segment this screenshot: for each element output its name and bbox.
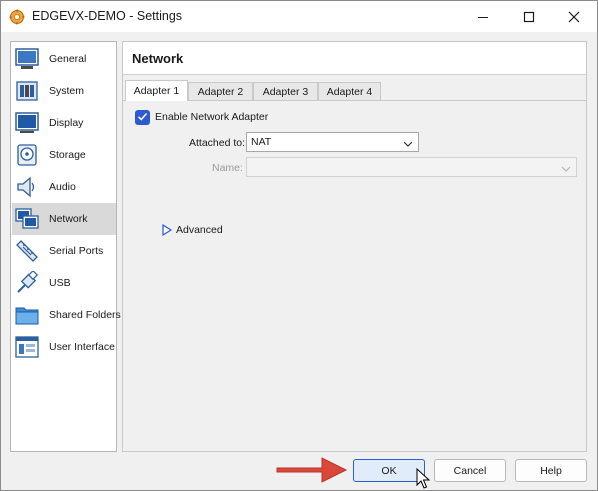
audio-speaker-icon xyxy=(15,175,39,199)
expand-triangle-icon[interactable] xyxy=(161,223,173,237)
tab-adapter-2[interactable]: Adapter 2 xyxy=(188,82,253,100)
cancel-button-label: Cancel xyxy=(453,464,487,477)
system-chip-icon xyxy=(15,79,39,103)
sidebar-item-system[interactable]: System xyxy=(12,75,116,107)
tab-label: Adapter 4 xyxy=(326,85,373,98)
name-select xyxy=(246,157,577,177)
sidebar-item-label: User Interface xyxy=(49,341,115,353)
sidebar-item-label: Storage xyxy=(49,149,86,161)
settings-sidebar: General System Display Storage Audio Net… xyxy=(10,41,121,452)
help-button[interactable]: Help xyxy=(515,459,587,482)
sidebar-item-label: System xyxy=(49,85,85,97)
settings-content-panel: Network Adapter 1 Adapter 2 Adapter 3 Ad… xyxy=(122,41,587,452)
chevron-down-icon xyxy=(561,164,571,176)
adapter-1-page: Enable Network Adapter Attached to: NAT … xyxy=(123,100,586,451)
virtualbox-gear-icon xyxy=(9,9,25,25)
sidebar-item-general[interactable]: General xyxy=(12,43,116,75)
sidebar-item-label: Shared Folders xyxy=(49,309,121,321)
minimize-button[interactable] xyxy=(460,1,506,32)
sidebar-item-label: General xyxy=(49,53,87,65)
close-button[interactable] xyxy=(551,1,597,32)
sidebar-item-display[interactable]: Display xyxy=(12,107,116,139)
sidebar-item-user-interface[interactable]: User Interface xyxy=(12,331,116,363)
maximize-button[interactable] xyxy=(506,1,552,32)
advanced-toggle-label[interactable]: Advanced xyxy=(176,224,223,236)
sidebar-item-storage[interactable]: Storage xyxy=(12,139,116,171)
attached-to-value: NAT xyxy=(251,136,272,148)
close-icon xyxy=(568,11,580,23)
tab-label: Adapter 2 xyxy=(197,85,244,98)
tab-adapter-4[interactable]: Adapter 4 xyxy=(318,82,381,100)
attached-to-label: Attached to: xyxy=(189,137,246,149)
enable-network-adapter-label[interactable]: Enable Network Adapter xyxy=(155,111,268,123)
usb-icon xyxy=(15,269,39,295)
network-icon xyxy=(15,207,39,231)
ok-button-label: OK xyxy=(381,464,397,477)
cancel-button[interactable]: Cancel xyxy=(434,459,506,482)
attached-to-select[interactable]: NAT xyxy=(246,132,419,152)
sidebar-item-shared-folders[interactable]: Shared Folders xyxy=(12,299,121,331)
sidebar-item-label: Display xyxy=(49,117,84,129)
sidebar-item-serial-ports[interactable]: Serial Ports xyxy=(12,235,116,267)
sidebar-item-label: Network xyxy=(49,213,88,225)
sidebar-item-label: Serial Ports xyxy=(49,245,104,257)
sidebar-item-network[interactable]: Network xyxy=(12,203,116,235)
user-interface-icon xyxy=(15,335,39,359)
tab-label: Adapter 3 xyxy=(262,85,309,98)
title-bar: EDGEVX-DEMO - Settings xyxy=(1,1,597,32)
chevron-down-icon xyxy=(403,139,413,151)
adapter-tab-bar: Adapter 1 Adapter 2 Adapter 3 Adapter 4 xyxy=(123,80,586,101)
general-icon xyxy=(15,47,39,71)
sidebar-item-label: Audio xyxy=(49,181,76,193)
checkmark-icon xyxy=(137,111,148,125)
storage-disk-icon xyxy=(15,143,39,167)
tab-adapter-1[interactable]: Adapter 1 xyxy=(125,80,188,101)
tab-label: Adapter 1 xyxy=(133,85,180,97)
sidebar-item-audio[interactable]: Audio xyxy=(12,171,116,203)
settings-window: EDGEVX-DEMO - Settings General System Di… xyxy=(0,0,598,491)
serial-port-icon xyxy=(15,239,39,263)
folder-icon xyxy=(15,303,39,327)
name-label: Name: xyxy=(212,162,243,174)
mouse-cursor-icon xyxy=(416,468,430,489)
display-monitor-icon xyxy=(15,111,39,135)
sidebar-item-usb[interactable]: USB xyxy=(12,267,116,299)
ok-button[interactable]: OK xyxy=(353,459,425,482)
minimize-icon xyxy=(477,11,489,23)
help-button-label: Help xyxy=(540,464,562,477)
annotation-arrow xyxy=(276,457,348,483)
sidebar-item-label: USB xyxy=(49,277,71,289)
maximize-icon xyxy=(523,11,535,23)
tab-adapter-3[interactable]: Adapter 3 xyxy=(253,82,318,100)
enable-network-adapter-checkbox[interactable] xyxy=(135,110,150,125)
page-header: Network xyxy=(123,42,586,75)
page-title: Network xyxy=(132,51,184,66)
window-title: EDGEVX-DEMO - Settings xyxy=(32,9,183,23)
